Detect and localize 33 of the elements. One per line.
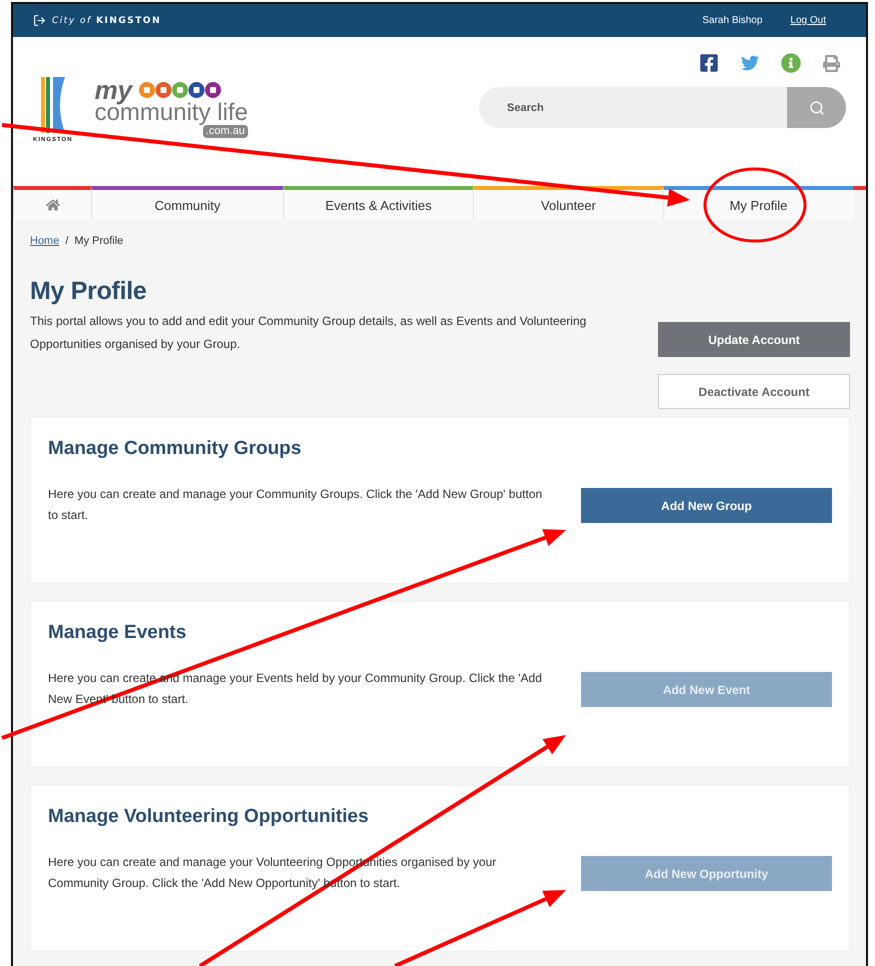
logo-domain: .com.au <box>202 125 248 138</box>
account-button[interactable]: Update Account <box>658 322 850 357</box>
search-button[interactable] <box>787 87 846 128</box>
exit-icon <box>33 14 46 27</box>
nav-tab[interactable]: My Profile <box>663 186 853 220</box>
search-bar[interactable]: Search <box>479 87 846 128</box>
section-title: Manage Events <box>48 622 188 644</box>
home-tab[interactable] <box>13 186 91 220</box>
breadcrumb-current: My Profile <box>74 235 124 247</box>
twitter-icon[interactable] <box>741 54 759 72</box>
add-button[interactable]: Add New Group <box>581 488 832 523</box>
section-text: Here you can create and manage your Community Groups. Click the 'Add New Group' button to start. <box>48 486 544 524</box>
intro-text: This portal allows you to add and edit your Community Group details, as well as Events and Volunteering Opportunities organised by your Group. <box>30 313 588 353</box>
search-icon <box>808 100 824 116</box>
info-icon[interactable] <box>781 53 801 73</box>
search-field[interactable]: Search <box>479 100 787 114</box>
council-logo-icon <box>38 77 67 133</box>
section-title: Manage Volunteering Opportunities <box>48 806 370 828</box>
home-icon <box>46 198 60 212</box>
nav-tab[interactable]: Volunteer <box>473 186 663 220</box>
logout-link[interactable]: Log Out <box>790 15 826 26</box>
nav-tab[interactable]: Community <box>91 186 283 220</box>
breadcrumb-separator: / <box>65 235 68 247</box>
account-button[interactable]: Deactivate Account <box>658 374 850 409</box>
print-icon[interactable] <box>823 54 840 72</box>
user-name: Sarah Bishop <box>702 15 762 26</box>
section-title: Manage Community Groups <box>48 438 302 460</box>
facebook-icon[interactable] <box>699 53 719 73</box>
council-brand: City of KINGSTON <box>52 16 162 26</box>
nav-tab[interactable]: Events & Activities <box>283 186 473 220</box>
page-title: My Profile <box>30 277 148 306</box>
breadcrumb-link[interactable]: Home <box>30 235 60 247</box>
logo-name: community life <box>94 101 248 125</box>
